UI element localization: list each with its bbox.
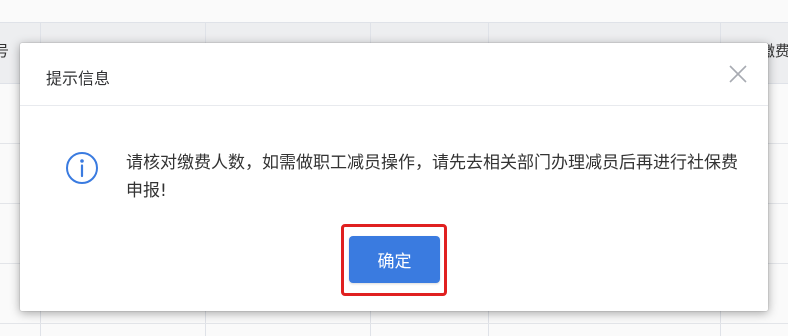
prompt-dialog: 提示信息 请核对缴费人数，如需做职工减员操作，请先去相关部门办理减员后再进行社保…	[20, 43, 768, 311]
dialog-header: 提示信息	[20, 43, 768, 106]
dialog-body: 请核对缴费人数，如需做职工减员操作，请先去相关部门办理减员后再进行社保费申报! …	[20, 106, 768, 311]
dialog-title: 提示信息	[46, 69, 111, 88]
close-icon	[729, 65, 747, 83]
info-circle-icon	[66, 152, 98, 184]
confirm-button[interactable]: 确定	[349, 236, 440, 283]
dialog-message: 请核对缴费人数，如需做职工减员操作，请先去相关部门办理减员后再进行社保费申报!	[126, 153, 738, 201]
close-button[interactable]	[727, 63, 749, 85]
